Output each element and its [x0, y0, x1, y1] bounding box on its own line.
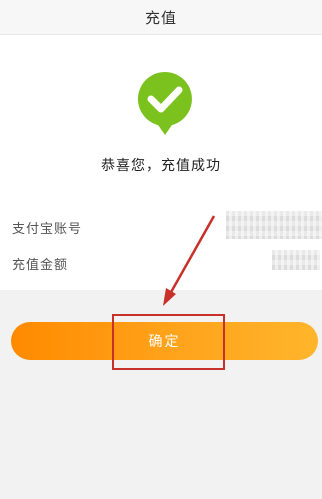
- result-card: 恭喜您，充值成功 支付宝账号 充值金额: [0, 35, 322, 290]
- check-speech-bubble-icon: [137, 72, 192, 135]
- page-title: 充值: [144, 8, 177, 27]
- top-bar: 充值: [0, 0, 322, 35]
- alipay-account-value-masked: [226, 211, 322, 239]
- recharge-amount-value-masked: [272, 250, 320, 270]
- annotation-highlight-box: [112, 314, 225, 370]
- success-message: 恭喜您，充值成功: [101, 158, 221, 174]
- recharge-amount-label: 充值金额: [12, 258, 69, 273]
- alipay-account-label: 支付宝账号: [12, 222, 83, 237]
